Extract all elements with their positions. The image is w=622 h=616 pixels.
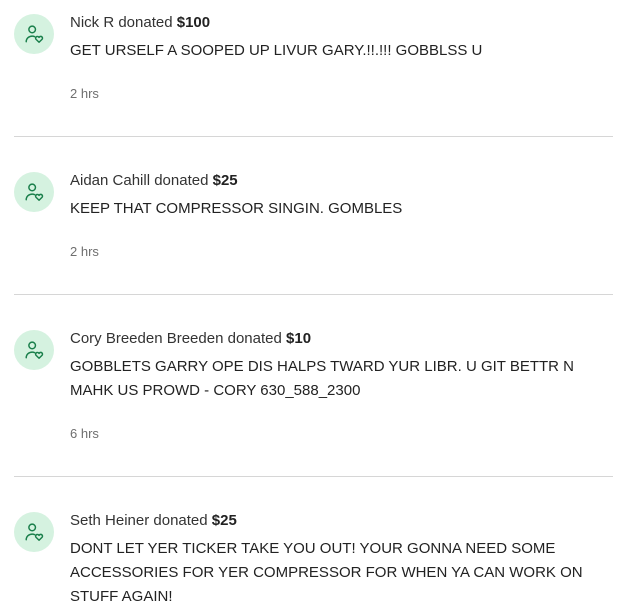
donor-name: Seth Heiner (70, 512, 150, 529)
divider (14, 476, 613, 477)
donation-verb: donated (227, 330, 282, 347)
donor-avatar (14, 172, 54, 212)
donor-heart-icon (25, 183, 44, 201)
donation-verb: donated (154, 172, 209, 189)
donation-header: Cory Breeden Breeden donated $10 (70, 329, 311, 349)
donation-verb: donated (118, 14, 173, 31)
divider (14, 294, 613, 295)
donation-verb: donated (153, 512, 208, 529)
donation-message: GET URSELF A SOOPED UP LIVUR GARY.!!.!!!… (70, 42, 483, 59)
donation-header: Aidan Cahill donated $25 (70, 171, 238, 191)
donor-name: Cory Breeden Breeden (70, 330, 224, 347)
donation-time: 6 hrs (70, 426, 99, 441)
donor-avatar (14, 512, 54, 552)
divider (14, 136, 613, 137)
donation-amount: $25 (211, 512, 237, 529)
donation-amount: $10 (286, 330, 312, 347)
donor-name: Nick R (70, 14, 115, 31)
donation-message: KEEP THAT COMPRESSOR SINGIN. GOMBLES (70, 200, 403, 217)
donor-name: Aidan Cahill (70, 172, 151, 189)
donation-message: DONT LET YER TICKER TAKE YOU OUT! YOUR G… (70, 540, 583, 605)
donor-avatar (14, 330, 54, 370)
donation-message: GOBBLETS GARRY OPE DIS HALPS TWARD YUR L… (70, 358, 575, 399)
donation-time: 2 hrs (70, 244, 99, 259)
donation-time: 2 hrs (70, 86, 99, 101)
donation-amount: $25 (212, 172, 238, 189)
donor-heart-icon (25, 25, 44, 43)
donor-avatar (14, 14, 54, 54)
donor-heart-icon (25, 341, 44, 359)
donation-header: Seth Heiner donated $25 (70, 511, 237, 531)
donation-header: Nick R donated $100 (70, 13, 210, 33)
donation-amount: $100 (176, 14, 211, 31)
donor-heart-icon (25, 523, 44, 541)
